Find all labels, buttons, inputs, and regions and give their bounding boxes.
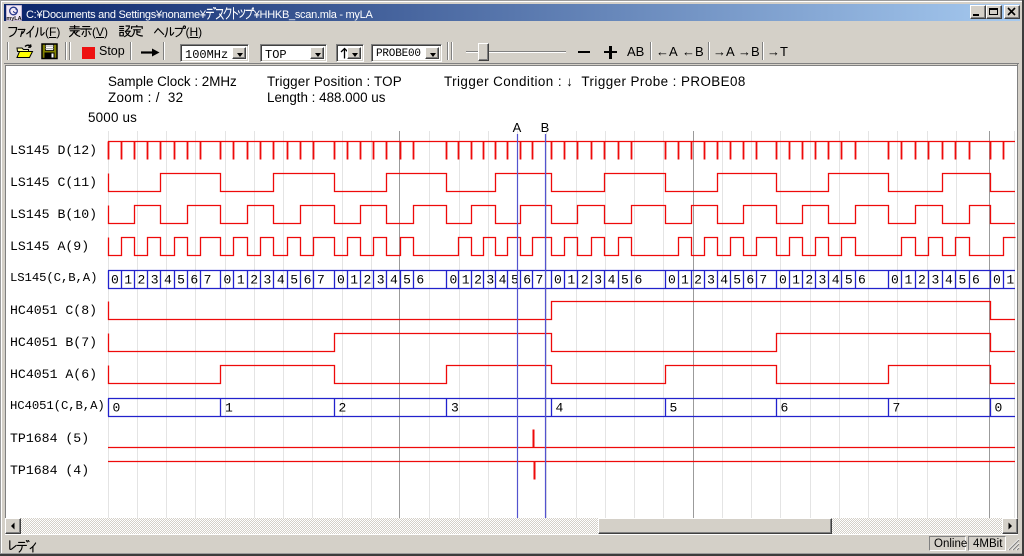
svg-text:2: 2 [474,273,482,288]
svg-text:7: 7 [759,273,767,288]
svg-text:3: 3 [264,273,272,288]
svg-text:5: 5 [670,401,678,416]
svg-text:4: 4 [164,273,172,288]
svg-text:3: 3 [486,273,494,288]
svg-text:3: 3 [451,401,459,416]
svg-text:3: 3 [377,273,385,288]
svg-text:2: 2 [137,273,145,288]
svg-text:1: 1 [1006,273,1014,288]
svg-text:2: 2 [581,273,589,288]
svg-text:4: 4 [832,273,840,288]
svg-text:4: 4 [499,273,507,288]
svg-text:5: 5 [290,273,298,288]
svg-text:2: 2 [250,273,258,288]
svg-text:4: 4 [556,401,564,416]
svg-text:5: 5 [845,273,853,288]
svg-text:5: 5 [621,273,629,288]
svg-text:0: 0 [995,401,1003,416]
svg-text:0: 0 [993,273,1001,288]
svg-text:7: 7 [317,273,325,288]
svg-text:2: 2 [694,273,702,288]
svg-text:2: 2 [805,273,813,288]
svg-text:0: 0 [554,273,562,288]
svg-text:A: A [513,120,522,135]
svg-text:3: 3 [707,273,715,288]
svg-text:1: 1 [567,273,575,288]
svg-text:0: 0 [450,273,458,288]
svg-text:0: 0 [113,401,121,416]
svg-text:7: 7 [204,273,212,288]
svg-text:6: 6 [746,273,754,288]
svg-text:1: 1 [124,273,132,288]
svg-text:1: 1 [350,273,358,288]
svg-text:1: 1 [792,273,800,288]
svg-text:6: 6 [190,273,198,288]
svg-text:6: 6 [416,273,424,288]
svg-text:0: 0 [891,273,899,288]
svg-text:3: 3 [594,273,602,288]
svg-text:4: 4 [390,273,398,288]
svg-text:0: 0 [668,273,676,288]
svg-text:2: 2 [918,273,926,288]
svg-text:0: 0 [337,273,345,288]
svg-text:3: 3 [932,273,940,288]
svg-text:4: 4 [608,273,616,288]
svg-text:6: 6 [972,273,980,288]
svg-text:myLA: myLA [6,16,21,21]
svg-text:5: 5 [733,273,741,288]
svg-text:4: 4 [945,273,953,288]
svg-text:1: 1 [237,273,245,288]
svg-text:1: 1 [905,273,913,288]
svg-text:7: 7 [893,401,901,416]
svg-text:0: 0 [111,273,119,288]
svg-text:0: 0 [224,273,232,288]
svg-text:2: 2 [363,273,371,288]
svg-text:6: 6 [523,273,531,288]
svg-text:3: 3 [819,273,827,288]
svg-text:0: 0 [779,273,787,288]
svg-text:1: 1 [225,401,233,416]
svg-text:6: 6 [634,273,642,288]
svg-text:6: 6 [304,273,312,288]
svg-text:2: 2 [339,401,347,416]
svg-text:6: 6 [781,401,789,416]
svg-text:1: 1 [462,273,470,288]
svg-text:B: B [541,120,550,135]
svg-text:4: 4 [720,273,728,288]
svg-text:5: 5 [177,273,185,288]
svg-text:3: 3 [151,273,159,288]
svg-text:5: 5 [959,273,967,288]
svg-text:5: 5 [403,273,411,288]
svg-text:4: 4 [277,273,285,288]
svg-text:7: 7 [536,273,544,288]
svg-text:1: 1 [681,273,689,288]
svg-text:6: 6 [858,273,866,288]
